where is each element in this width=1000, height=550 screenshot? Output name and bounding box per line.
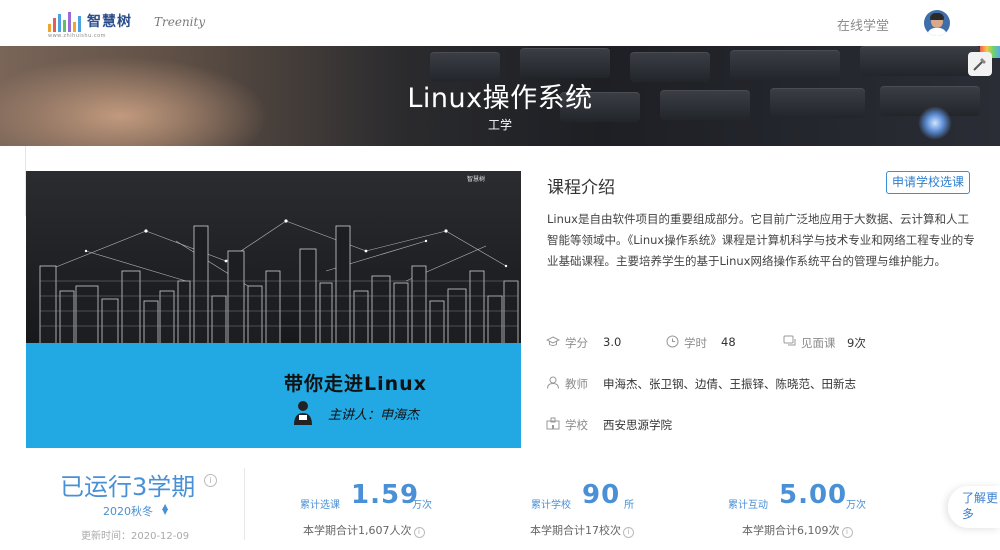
video-title: 带你走进Linux — [284, 373, 427, 395]
video-watermark: 智慧树 — [467, 176, 486, 183]
course-banner: Linux操作系统 工学 — [0, 46, 1000, 146]
course-title: Linux操作系统 — [407, 83, 593, 114]
site-logo[interactable]: 智慧树 — [48, 12, 132, 32]
teacher-value: 申海杰、张卫钢、边倩、王振铎、陈晓范、田新志 — [603, 377, 856, 391]
user-avatar[interactable] — [924, 10, 950, 36]
sort-arrows-icon[interactable]: ▲ ▼ — [162, 503, 168, 516]
enroll-sub: 本学期合计1,607人次 i — [303, 522, 425, 538]
enroll-sub-text: 本学期合计1,607人次 — [303, 524, 412, 537]
schools-sub-text: 本学期合计17校次 — [530, 524, 621, 537]
update-time: 更新时间：2020-12-09 — [81, 531, 190, 542]
left-edge-divider — [0, 146, 26, 216]
semester-select[interactable]: 2020秋冬 — [103, 503, 153, 519]
hours-value: 48 — [721, 335, 736, 349]
teacher-label: 教师 — [565, 377, 588, 391]
intro-heading: 课程介绍 — [547, 178, 615, 198]
logo-script-text: Treenity — [154, 15, 206, 29]
meet-class-label: 见面课 — [801, 336, 836, 350]
interact-sub: 本学期合计6,109次 i — [742, 522, 853, 538]
hours-label: 学时 — [684, 336, 707, 350]
credit-label: 学分 — [565, 336, 588, 350]
learn-more-button[interactable]: 了解更多 — [948, 486, 1000, 528]
apply-school-course-button[interactable]: 申请学校选课 — [886, 171, 970, 194]
teacher-icon — [547, 376, 559, 389]
logo-text: 智慧树 — [87, 14, 132, 30]
stats-divider — [244, 468, 245, 540]
enroll-label: 累计选课 — [300, 500, 340, 511]
schools-sub: 本学期合计17校次 i — [530, 522, 634, 538]
interact-value: 5.00 — [779, 480, 848, 510]
info-icon[interactable]: i — [623, 527, 634, 538]
course-category: 工学 — [487, 118, 512, 132]
top-navbar: 智慧树 www.zhihuishu.com Treenity 在线学堂 — [0, 0, 1000, 46]
video-lecturer: 主讲人：申海杰 — [328, 408, 420, 423]
magic-wand-icon[interactable] — [968, 52, 992, 76]
schools-value: 90 — [582, 480, 621, 510]
schools-unit: 所 — [624, 500, 634, 511]
credit-value: 3.0 — [603, 335, 622, 349]
logo-bars-icon — [48, 12, 81, 32]
nav-online-classroom[interactable]: 在线学堂 — [837, 15, 889, 34]
lecturer-icon — [294, 401, 312, 425]
school-value: 西安思源学院 — [603, 418, 672, 432]
chat-icon — [783, 335, 796, 346]
enroll-unit: 万次 — [412, 500, 432, 511]
interact-label: 累计互动 — [728, 500, 768, 511]
info-icon[interactable]: i — [204, 474, 217, 487]
info-icon[interactable]: i — [841, 527, 853, 538]
running-semesters: 已运行3学期 — [60, 473, 196, 501]
school-label: 学校 — [565, 418, 588, 432]
logo-subtext: www.zhihuishu.com — [48, 33, 107, 39]
interact-unit: 万次 — [846, 500, 866, 511]
info-icon[interactable]: i — [413, 527, 425, 538]
meet-class-value: 9次 — [847, 336, 866, 350]
clock-icon — [666, 335, 679, 348]
intro-description: Linux是自由软件项目的重要组成部分。它目前广泛地应用于大数据、云计算和人工智… — [547, 212, 975, 268]
course-video-player[interactable]: 智慧树 带你走进Linux 主讲人：申海杰 — [26, 171, 521, 448]
schools-label: 累计学校 — [531, 500, 571, 511]
interact-sub-text: 本学期合计6,109次 — [742, 524, 840, 537]
city-skyline-illustration — [39, 219, 519, 357]
school-icon — [546, 417, 560, 430]
enroll-value: 1.59 — [351, 480, 420, 510]
graduation-cap-icon — [546, 336, 560, 346]
